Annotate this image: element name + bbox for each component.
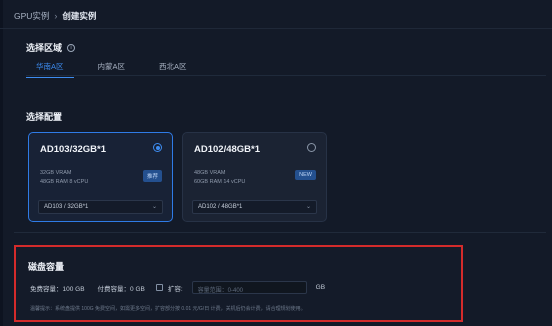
card-spec: 48GB RAM 8 vCPU xyxy=(40,179,89,185)
chevron-down-icon: ⌄ xyxy=(151,204,157,210)
section-divider xyxy=(14,232,546,233)
card-title: AD102/48GB*1 xyxy=(194,144,261,155)
expand-checkbox[interactable] xyxy=(155,284,163,291)
recommend-badge: 推荐 xyxy=(142,170,162,182)
region-title: 选择区域 xyxy=(26,43,63,53)
expand-label: 扩容: xyxy=(167,285,183,293)
tabs-divider xyxy=(26,75,546,76)
new-badge: NEW xyxy=(295,170,316,180)
card-vram: 48GB VRAM xyxy=(194,170,226,176)
disk-section-title: 磁盘容量 xyxy=(28,260,64,273)
disk-capacity-row: 免费容量：100 GB 付费容量：0 GB 扩容: 容量范围：0-400 GB xyxy=(30,281,325,294)
model-select[interactable]: AD103 / 32GB*1 ⌄ xyxy=(38,200,163,214)
disk-capacity-section: 磁盘容量 免费容量：100 GB 付费容量：0 GB 扩容: 容量范围：0-40… xyxy=(14,245,463,322)
card-spec: 60GB RAM 14 vCPU xyxy=(194,179,246,185)
breadcrumb-separator: › xyxy=(54,11,58,21)
disk-title: 磁盘容量 xyxy=(28,262,65,272)
config-card-ad103[interactable]: AD103/32GB*1 32GB VRAM 48GB RAM 8 vCPU 推… xyxy=(28,132,173,222)
config-section-title: 选择配置 xyxy=(26,110,62,123)
model-select[interactable]: AD102 / 48GB*1 ⌄ xyxy=(192,200,317,214)
breadcrumb-current: 创建实例 xyxy=(62,11,97,21)
header-divider xyxy=(0,28,552,29)
card-vram: 32GB VRAM xyxy=(40,170,72,176)
create-instance-page: GPU实例 › 创建实例 选择区域 i 华南A区 内蒙A区 西北A区 选择配置 … xyxy=(0,0,552,326)
capacity-unit: GB xyxy=(315,284,326,291)
config-title: 选择配置 xyxy=(26,112,63,122)
expand-capacity-input[interactable]: 容量范围：0-400 xyxy=(191,281,307,294)
config-card-ad102[interactable]: AD102/48GB*1 48GB VRAM 60GB RAM 14 vCPU … xyxy=(182,132,327,222)
region-section-title: 选择区域 i xyxy=(26,41,76,54)
info-icon[interactable]: i xyxy=(67,43,76,52)
model-select-value: AD102 / 48GB*1 xyxy=(198,204,243,210)
disk-tip: 温馨提示：系统盘提供 100G 免费空间，如需更多空间，扩容部分按 0.01 元… xyxy=(30,306,306,312)
chevron-down-icon: ⌄ xyxy=(305,204,311,210)
paid-capacity: 付费容量：0 GB xyxy=(97,285,145,293)
model-select-value: AD103 / 32GB*1 xyxy=(44,204,89,210)
free-capacity: 免费容量：100 GB xyxy=(30,285,85,293)
breadcrumb-parent[interactable]: GPU实例 xyxy=(14,10,49,22)
card-title: AD103/32GB*1 xyxy=(40,144,107,155)
breadcrumb: GPU实例 › 创建实例 xyxy=(14,9,96,23)
radio-unselected-icon[interactable] xyxy=(307,143,316,152)
sidebar-edge xyxy=(0,0,3,326)
radio-selected-icon[interactable] xyxy=(153,143,162,152)
